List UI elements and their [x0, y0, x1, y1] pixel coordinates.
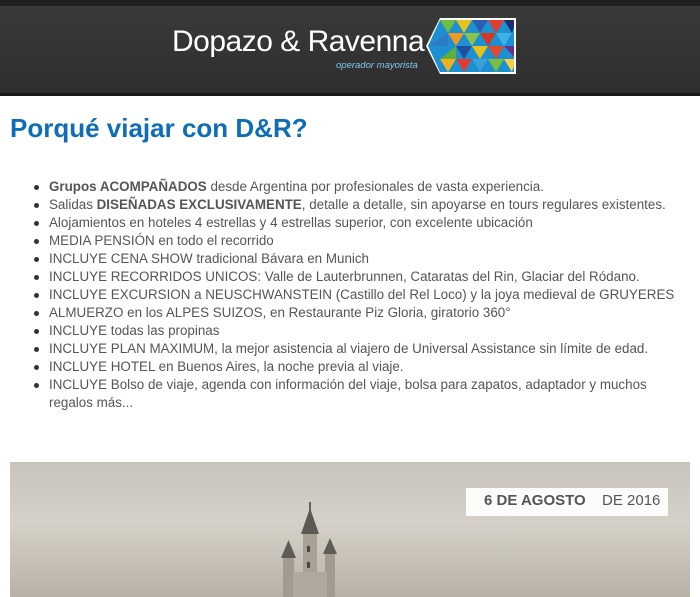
- features-list: Grupos ACOMPAÑADOS desde Argentina por p…: [32, 178, 692, 412]
- feature-item: INCLUYE HOTEL en Buenos Aires, la noche …: [32, 358, 692, 376]
- feature-text-post: , detalle a detalle, sin apoyarse en tou…: [301, 197, 666, 212]
- mosaic-arrow-icon[interactable]: [426, 16, 518, 76]
- feature-text-post: desde Argentina por profesionales de vas…: [206, 179, 544, 194]
- header-top-line: [0, 0, 700, 6]
- feature-text-pre: ALMUERZO en los ALPES SUIZOS, en Restaur…: [49, 305, 511, 320]
- feature-text-pre: MEDIA PENSIÓN en todo el recorrido: [49, 233, 274, 248]
- feature-text-pre: INCLUYE CENA SHOW tradicional Bávara en …: [49, 251, 370, 266]
- feature-item: Salidas DISEÑADAS EXCLUSIVAMENTE, detall…: [32, 196, 692, 214]
- feature-text-bold: Grupos ACOMPAÑADOS: [49, 179, 207, 194]
- date-day-month: 6 DE AGOSTO: [484, 492, 586, 509]
- feature-text-pre: INCLUYE RECORRIDOS UNICOS: Valle de Laut…: [49, 269, 640, 284]
- feature-item: INCLUYE CENA SHOW tradicional Bávara en …: [32, 250, 692, 268]
- feature-text-pre: INCLUYE EXCURSION a NEUSCHWANSTEIN (Cast…: [49, 287, 675, 302]
- feature-item: Grupos ACOMPAÑADOS desde Argentina por p…: [32, 178, 692, 196]
- feature-item: ALMUERZO en los ALPES SUIZOS, en Restaur…: [32, 304, 692, 322]
- brand-tagline: operador mayorista: [336, 60, 418, 71]
- date-year: DE 2016: [602, 492, 661, 509]
- page-title: Porqué viajar con D&R?: [10, 113, 308, 143]
- feature-item: INCLUYE EXCURSION a NEUSCHWANSTEIN (Cast…: [32, 286, 692, 304]
- header-bottom-line: [0, 93, 700, 96]
- feature-text-pre: Alojamientos en hoteles 4 estrellas y 4 …: [49, 215, 533, 230]
- feature-item: INCLUYE Bolso de viaje, agenda con infor…: [32, 376, 692, 412]
- feature-text-pre: INCLUYE PLAN MAXIMUM, la mejor asistenci…: [49, 341, 649, 356]
- feature-text-pre: INCLUYE todas las propinas: [49, 323, 220, 338]
- castle-photo: [281, 502, 337, 597]
- feature-text-pre: Salidas: [49, 197, 97, 212]
- feature-item: MEDIA PENSIÓN en todo el recorrido: [32, 232, 692, 250]
- feature-item: INCLUYE RECORRIDOS UNICOS: Valle de Laut…: [32, 268, 692, 286]
- feature-item: INCLUYE PLAN MAXIMUM, la mejor asistenci…: [32, 340, 692, 358]
- feature-text-pre: INCLUYE HOTEL en Buenos Aires, la noche …: [49, 359, 404, 374]
- feature-item: INCLUYE todas las propinas: [32, 322, 692, 340]
- feature-item: Alojamientos en hoteles 4 estrellas y 4 …: [32, 214, 692, 232]
- feature-text-bold: DISEÑADAS EXCLUSIVAMENTE: [96, 197, 302, 212]
- tour-banner-image[interactable]: 6 DE AGOSTO DE 2016: [10, 462, 690, 597]
- feature-text-pre: INCLUYE Bolso de viaje, agenda con infor…: [49, 377, 647, 410]
- header-bar: Dopazo & Ravenna operador mayorista: [0, 0, 700, 96]
- brand-name[interactable]: Dopazo & Ravenna: [172, 25, 425, 59]
